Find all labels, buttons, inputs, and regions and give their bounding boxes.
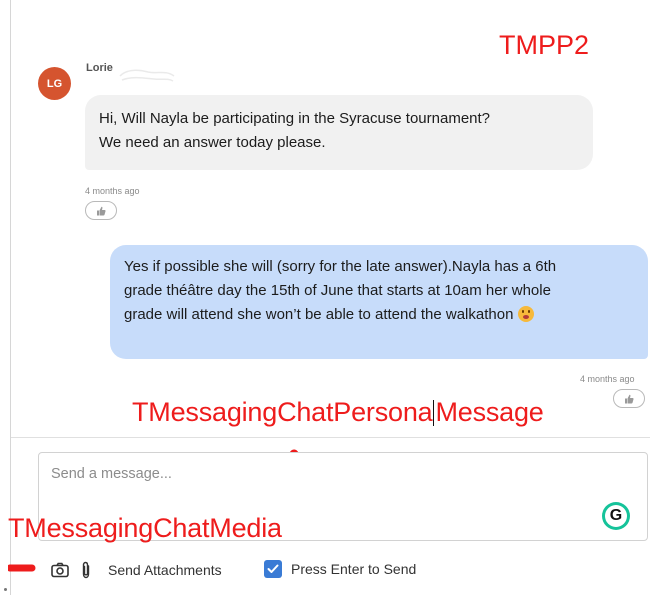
avatar-initials: LG — [46, 77, 63, 90]
annotation-media: TMessagingChatMedia — [8, 513, 282, 543]
outgoing-message-line: Yes if possible she will (sorry for the … — [124, 258, 557, 275]
left-rail-divider — [10, 0, 11, 595]
incoming-message-line: Hi, Will Nayla be participating in the S… — [99, 110, 491, 127]
paperclip-icon[interactable] — [76, 560, 96, 580]
outgoing-reaction-button[interactable] — [613, 389, 645, 408]
check-icon[interactable] — [264, 560, 282, 578]
annotation-tmpp2: TMPP2 — [499, 30, 590, 60]
send-attachments-button[interactable]: Send Attachments — [108, 562, 222, 578]
press-enter-to-send-toggle[interactable]: Press Enter to Send — [264, 560, 416, 578]
sender-name: Lorie — [86, 62, 113, 74]
annotation-arrow-left-icon — [8, 564, 36, 572]
annotation-persona-message: TMessagingChatPersona Message — [132, 397, 544, 428]
incoming-message-bubble: Hi, Will Nayla be participating in the S… — [85, 95, 593, 170]
outgoing-timestamp: 4 months ago — [580, 374, 635, 384]
press-enter-to-send-label: Press Enter to Send — [291, 561, 417, 577]
outgoing-message-line: grade théâtre day the 15th of June that … — [124, 282, 551, 299]
thumbs-up-icon — [625, 394, 634, 403]
incoming-message-line: We need an answer today please. — [99, 134, 326, 151]
name-redaction-scribble — [119, 69, 175, 82]
message-input[interactable] — [51, 462, 591, 486]
outgoing-message-line: grade will attend she won’t be able to a… — [124, 306, 514, 323]
avatar: LG — [38, 67, 71, 100]
camera-icon[interactable] — [50, 560, 70, 580]
incoming-reaction-button[interactable] — [85, 201, 117, 220]
rail-marker — [4, 588, 7, 591]
annotation-persona-part1: TMessagingChatPersona — [132, 397, 433, 427]
outgoing-message-bubble: Yes if possible she will (sorry for the … — [110, 245, 648, 359]
thumbs-up-icon — [97, 206, 106, 215]
grammarly-icon[interactable]: G — [602, 502, 630, 530]
composer-divider — [11, 437, 650, 438]
worried-face-emoji-icon — [517, 306, 534, 322]
incoming-timestamp: 4 months ago — [85, 186, 140, 196]
composer-toolbar: Send Attachments — [50, 559, 222, 581]
annotation-persona-part2: Message — [435, 397, 544, 427]
